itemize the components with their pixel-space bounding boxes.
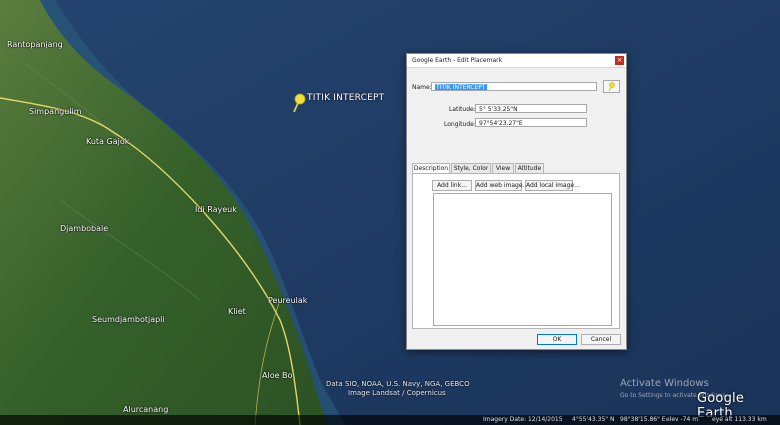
add-link-button[interactable]: Add link...: [432, 180, 472, 191]
name-value: TITIK INTERCEPT: [435, 84, 487, 91]
place-label: Kliet: [228, 307, 246, 316]
place-label: Kuta Gajok: [86, 137, 130, 146]
map-view[interactable]: Rantopanjang Simpangulim Kuta Gajok Idi …: [0, 0, 780, 425]
tab-view[interactable]: View: [492, 163, 514, 173]
place-label: Idi Rayeuk: [195, 205, 237, 214]
name-label: Name:: [412, 84, 432, 91]
cancel-button[interactable]: Cancel: [581, 334, 621, 345]
edit-placemark-dialog: Google Earth - Edit Placemark × Name: TI…: [406, 53, 627, 350]
terrain-layer: [0, 0, 780, 425]
place-label: Aloe Bo: [262, 371, 293, 380]
name-field[interactable]: TITIK INTERCEPT: [431, 82, 597, 91]
dialog-titlebar[interactable]: Google Earth - Edit Placemark ×: [407, 54, 626, 68]
imagery-credits: Data SIO, NOAA, U.S. Navy, NGA, GEBCO Im…: [326, 380, 470, 398]
place-label: Rantopanjang: [7, 40, 63, 49]
place-label: Alurcanang: [123, 405, 169, 414]
longitude-field[interactable]: 97°54'23.27"E: [475, 118, 587, 127]
place-label: Seumdjambotjapli: [92, 315, 165, 324]
description-textarea[interactable]: [433, 193, 612, 326]
credit-line: Image Landsat / Copernicus: [348, 389, 446, 397]
activate-title: Activate Windows: [620, 378, 709, 389]
cursor-latitude: 4°55'43.35" N: [572, 416, 615, 423]
tab-style-color[interactable]: Style, Color: [451, 163, 491, 173]
add-web-image-button[interactable]: Add web image...: [475, 180, 528, 191]
place-label: Djambobale: [60, 224, 109, 233]
placemark-icon-button[interactable]: [603, 80, 620, 93]
description-panel: Add link... Add web image... Add local i…: [412, 173, 620, 329]
latitude-label: Latitude:: [449, 106, 476, 113]
longitude-label: Longitude:: [444, 121, 476, 128]
elevation: elev -74 m: [666, 416, 699, 423]
credit-line: Data SIO, NOAA, U.S. Navy, NGA, GEBCO: [326, 380, 470, 388]
cursor-longitude: 98°38'15.86" E: [620, 416, 666, 423]
add-local-image-button[interactable]: Add local image...: [525, 180, 580, 191]
close-icon[interactable]: ×: [615, 56, 624, 65]
ok-button[interactable]: OK: [537, 334, 577, 345]
place-label: Peureulak: [268, 296, 308, 305]
placemark-label[interactable]: TITIK INTERCEPT: [307, 93, 384, 103]
imagery-date: Imagery Date: 12/14/2015: [483, 416, 563, 423]
yellow-pushpin-icon: [608, 82, 615, 92]
eye-altitude: eye alt 113.33 km: [712, 416, 767, 423]
status-bar: Imagery Date: 12/14/2015 4°55'43.35" N 9…: [0, 415, 780, 425]
tab-altitude[interactable]: Altitude: [515, 163, 544, 173]
dialog-title: Google Earth - Edit Placemark: [412, 57, 503, 64]
place-label: Simpangulim: [29, 107, 82, 116]
latitude-field[interactable]: 5° 5'33.25"N: [475, 104, 587, 113]
